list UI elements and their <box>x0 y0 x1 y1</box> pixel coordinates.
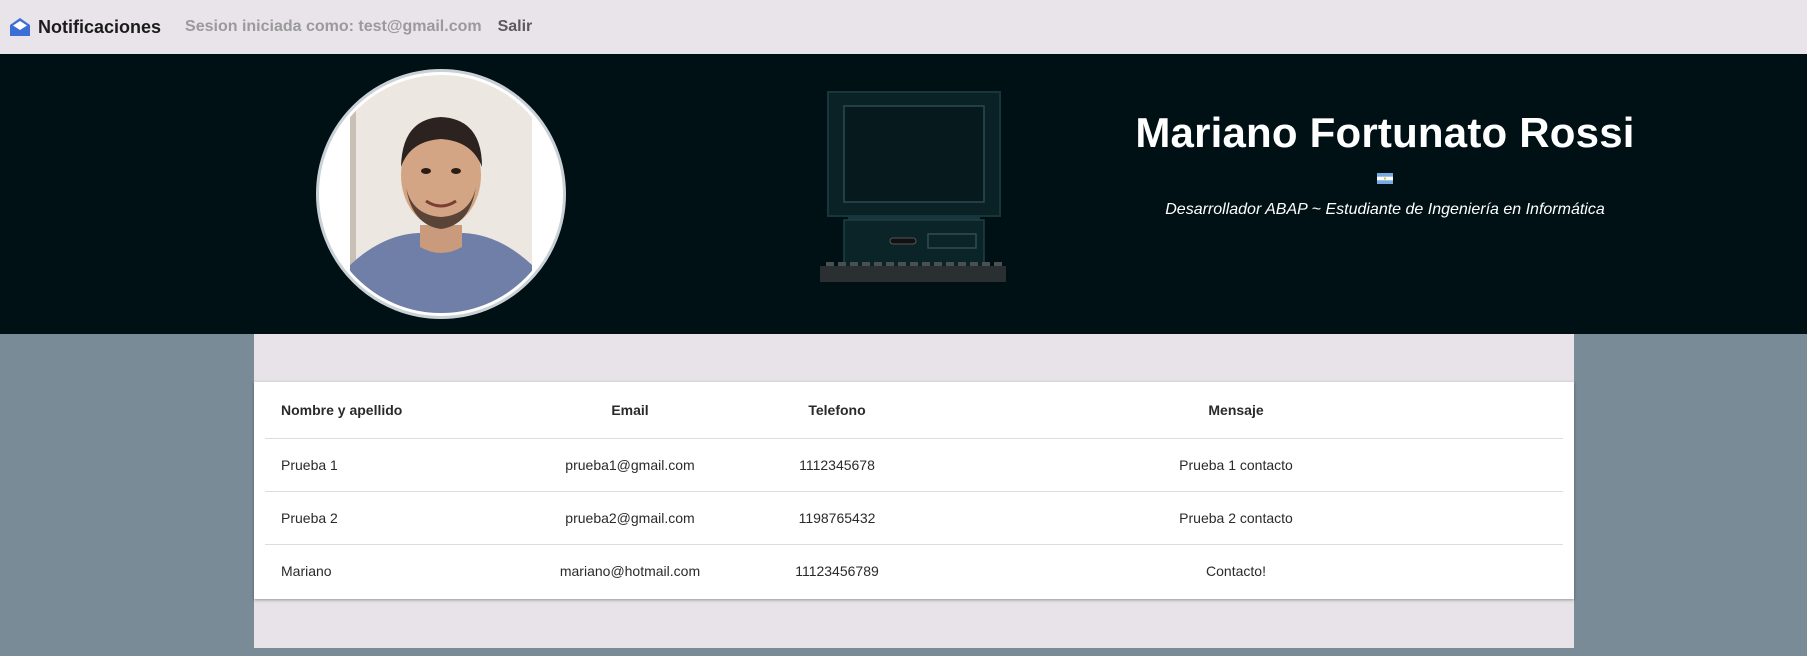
table-header-row: Nombre y apellido Email Telefono Mensaje <box>265 382 1563 439</box>
logout-link[interactable]: Salir <box>498 18 533 36</box>
brand-label: Notificaciones <box>38 16 162 37</box>
cell-name: Mariano <box>281 562 332 579</box>
cell-name: Prueba 2 <box>265 491 495 545</box>
table-row: Mariano mariano@hotmail.com 11123456789 … <box>265 544 1563 597</box>
table-row: Prueba 2 prueba2@gmail.com 1198765432 Pr… <box>265 491 1563 545</box>
brand-link[interactable]: Notificaciones <box>9 16 161 38</box>
contacts-table: Nombre y apellido Email Telefono Mensaje… <box>265 382 1563 597</box>
cell-phone: 11123456789 <box>795 562 879 579</box>
header-message: Mensaje <box>909 382 1563 439</box>
computer-illustration <box>820 88 1006 288</box>
hero-text: Mariano Fortunato Rossi Desarrollador AB… <box>1100 109 1670 219</box>
cell-phone: 1198765432 <box>765 491 909 545</box>
argentina-flag-icon <box>1377 171 1393 184</box>
profile-subtitle: Desarrollador ABAP ~ Estudiante de Ingen… <box>1165 201 1605 218</box>
profile-name: Mariano Fortunato Rossi <box>1135 109 1635 156</box>
cell-message: Prueba 2 contacto <box>909 491 1563 545</box>
envelope-open-icon <box>9 16 31 38</box>
cell-name: Prueba 1 <box>265 438 495 492</box>
header-phone: Telefono <box>765 382 909 439</box>
avatar <box>316 69 566 319</box>
profile-header: Mariano Fortunato Rossi Desarrollador AB… <box>0 54 1807 334</box>
cell-email: prueba1@gmail.com <box>495 438 765 492</box>
contacts-table-card: Nombre y apellido Email Telefono Mensaje… <box>254 382 1574 599</box>
table-row: Prueba 1 prueba1@gmail.com 1112345678 Pr… <box>265 438 1563 492</box>
content-panel: Nombre y apellido Email Telefono Mensaje… <box>254 334 1574 648</box>
session-status: Sesion iniciada como: test@gmail.com <box>185 18 482 35</box>
top-navbar: Notificaciones Sesion iniciada como: tes… <box>0 0 1807 54</box>
cell-phone: 1112345678 <box>765 438 909 492</box>
cell-message: Contacto! <box>1206 562 1266 579</box>
cell-email: mariano@hotmail.com <box>559 562 701 579</box>
cell-email: prueba2@gmail.com <box>495 491 765 545</box>
profile-photo <box>322 75 560 313</box>
header-email: Email <box>495 382 765 439</box>
header-name: Nombre y apellido <box>265 382 495 439</box>
cell-message: Prueba 1 contacto <box>909 438 1563 492</box>
